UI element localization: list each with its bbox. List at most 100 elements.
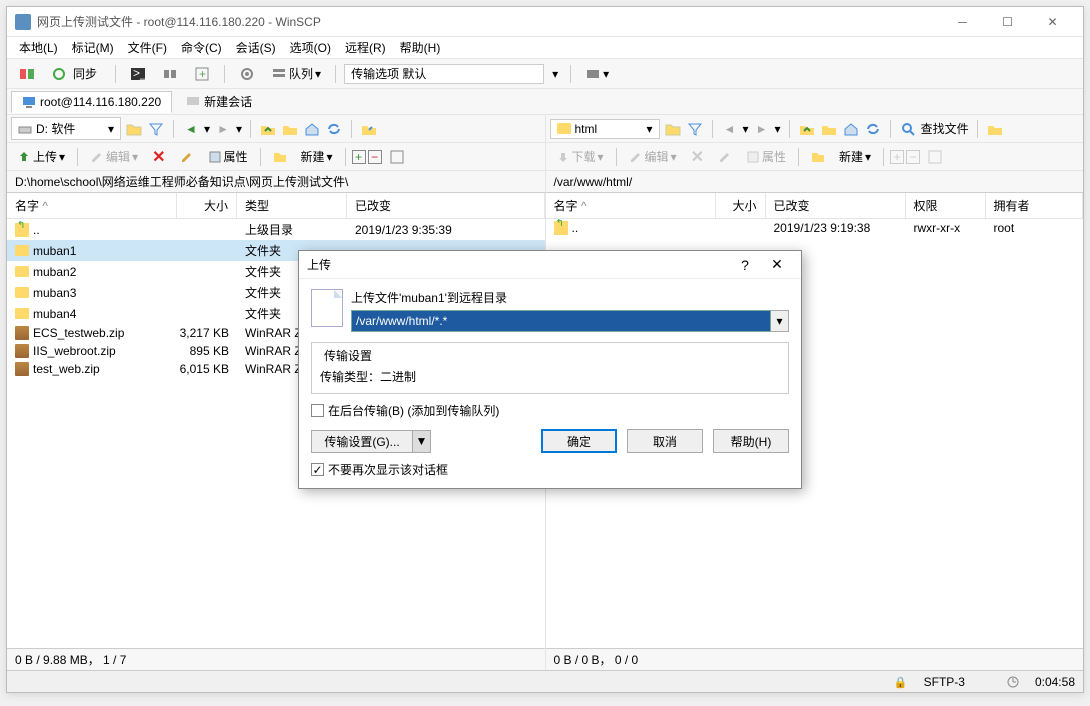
back-icon[interactable]: ◄ [721, 120, 739, 138]
root-icon[interactable] [281, 120, 299, 138]
find-button[interactable] [899, 120, 917, 138]
up-dir-icon[interactable] [798, 120, 816, 138]
new-session-icon [186, 95, 200, 109]
protocol-label: SFTP-3 [924, 675, 965, 689]
filter-icon[interactable] [147, 120, 165, 138]
edit-button[interactable]: 编辑 ▾ [84, 146, 144, 167]
home-icon[interactable] [842, 120, 860, 138]
app-icon [15, 14, 31, 30]
new-button[interactable]: 新建 ▾ [295, 146, 339, 167]
new-button-remote[interactable]: 新建 ▾ [833, 146, 877, 167]
compare-icon[interactable] [13, 64, 41, 84]
session-icon[interactable]: ▾ [579, 64, 615, 84]
bookmark-icon[interactable] [360, 120, 378, 138]
add-command-icon[interactable]: + [188, 64, 216, 84]
maximize-button[interactable]: ☐ [985, 8, 1030, 36]
file-row[interactable]: ..上级目录2019/1/23 9:35:39 [7, 219, 545, 240]
up-dir-icon[interactable] [259, 120, 277, 138]
upload-dialog: 上传 ? ✕ 上传文件'muban1'到远程目录 ▾ 传输设置 传输类型：二进制… [298, 250, 802, 489]
transfer-options-dropdown[interactable]: 传输选项 默认 [344, 64, 544, 84]
cancel-button[interactable]: 取消 [627, 429, 703, 453]
select-all-icon-remote [922, 148, 948, 166]
local-actions: 上传 ▾ 编辑 ▾ ✕ 属性 新建 ▾ + − [7, 143, 545, 171]
dialog-help-icon[interactable]: ? [729, 257, 761, 273]
zip-icon [15, 344, 29, 358]
session-tab-active[interactable]: root@114.116.180.220 [11, 91, 172, 113]
drive-icon [18, 122, 32, 136]
refresh-icon[interactable] [864, 120, 882, 138]
menu-item[interactable]: 文件(F) [122, 37, 173, 58]
path-dropdown-icon[interactable]: ▾ [771, 310, 789, 332]
options-icon[interactable] [233, 64, 261, 84]
download-button: 下载 ▾ [550, 146, 610, 167]
remote-status: 0 B / 0 B， 0 / 0 [546, 648, 1084, 670]
delete-icon[interactable]: ✕ [146, 145, 171, 169]
help-button[interactable]: 帮助(H) [713, 429, 789, 453]
terminal-icon[interactable]: >_ [124, 64, 152, 84]
menu-item[interactable]: 标记(M) [66, 37, 120, 58]
remote-drive-dropdown[interactable]: html▾ [550, 119, 660, 139]
forward-icon[interactable]: ► [214, 120, 232, 138]
bookmark-icon[interactable] [986, 120, 1004, 138]
menu-item[interactable]: 命令(C) [175, 37, 228, 58]
menu-item[interactable]: 远程(R) [339, 37, 392, 58]
file-icon [311, 289, 343, 327]
local-path: D:\home\school\网络运维工程师必备知识点\网页上传测试文件\ [7, 171, 545, 193]
menu-item[interactable]: 帮助(H) [394, 37, 447, 58]
up-icon [15, 223, 29, 237]
folder-icon [15, 308, 29, 319]
plus-icon[interactable]: + [352, 150, 366, 164]
folder-icon [15, 266, 29, 277]
new-session-button[interactable]: 新建会话 [176, 90, 262, 113]
transfer-type-label: 传输类型：二进制 [320, 368, 780, 385]
monitor-icon [22, 95, 36, 109]
select-all-icon[interactable] [384, 148, 410, 166]
menu-item[interactable]: 选项(O) [284, 37, 337, 58]
home-icon[interactable] [303, 120, 321, 138]
zip-icon [15, 326, 29, 340]
folder-icon [557, 123, 571, 134]
properties-button[interactable]: 属性 [202, 146, 254, 167]
upload-button[interactable]: 上传 ▾ [11, 146, 71, 167]
dont-show-label: 不要再次显示该对话框 [328, 461, 448, 478]
background-transfer-checkbox[interactable] [311, 404, 324, 417]
root-icon[interactable] [820, 120, 838, 138]
open-folder-icon[interactable] [664, 120, 682, 138]
properties-button-remote: 属性 [740, 146, 792, 167]
minimize-button[interactable]: ─ [940, 8, 985, 36]
local-drive-dropdown[interactable]: D: 软件▾ [11, 117, 121, 140]
window-title: 网页上传测试文件 - root@114.116.180.220 - WinSCP [37, 13, 940, 30]
sync-button[interactable]: 同步 [45, 61, 107, 86]
sync-browse-icon[interactable] [156, 64, 184, 84]
minus-icon[interactable]: − [368, 150, 382, 164]
rename-icon-remote [712, 148, 738, 166]
new-folder-icon-remote[interactable] [805, 148, 831, 166]
rename-icon[interactable] [174, 148, 200, 166]
queue-button[interactable]: 队列 ▾ [265, 63, 327, 84]
remote-path-input[interactable] [351, 310, 771, 332]
edit-button-remote: 编辑 ▾ [623, 146, 683, 167]
folder-icon [15, 245, 29, 256]
filter-icon[interactable] [686, 120, 704, 138]
back-icon[interactable]: ◄ [182, 120, 200, 138]
transfer-settings-dropdown[interactable]: 传输设置(G)... ▼ [311, 430, 431, 453]
local-nav: D: 软件▾ ◄▾ ►▾ [7, 115, 545, 143]
ok-button[interactable]: 确定 [541, 429, 617, 453]
menu-item[interactable]: 会话(S) [230, 37, 282, 58]
forward-icon[interactable]: ► [753, 120, 771, 138]
new-folder-icon[interactable] [267, 148, 293, 166]
open-folder-icon[interactable] [125, 120, 143, 138]
dialog-close-icon[interactable]: ✕ [761, 256, 793, 273]
close-button[interactable]: ✕ [1030, 8, 1075, 36]
session-tabs: root@114.116.180.220 新建会话 [7, 89, 1083, 115]
file-row[interactable]: ..2019/1/23 9:19:38rwxr-xr-xroot [546, 219, 1084, 237]
time-icon [1007, 676, 1019, 688]
dialog-title: 上传 [307, 256, 729, 273]
svg-text:+: + [199, 67, 206, 81]
minus-icon-remote: − [906, 150, 920, 164]
folder-icon [15, 287, 29, 298]
dont-show-checkbox[interactable]: ✓ [311, 463, 324, 476]
menu-item[interactable]: 本地(L) [13, 37, 64, 58]
plus-icon-remote: + [890, 150, 904, 164]
refresh-icon[interactable] [325, 120, 343, 138]
